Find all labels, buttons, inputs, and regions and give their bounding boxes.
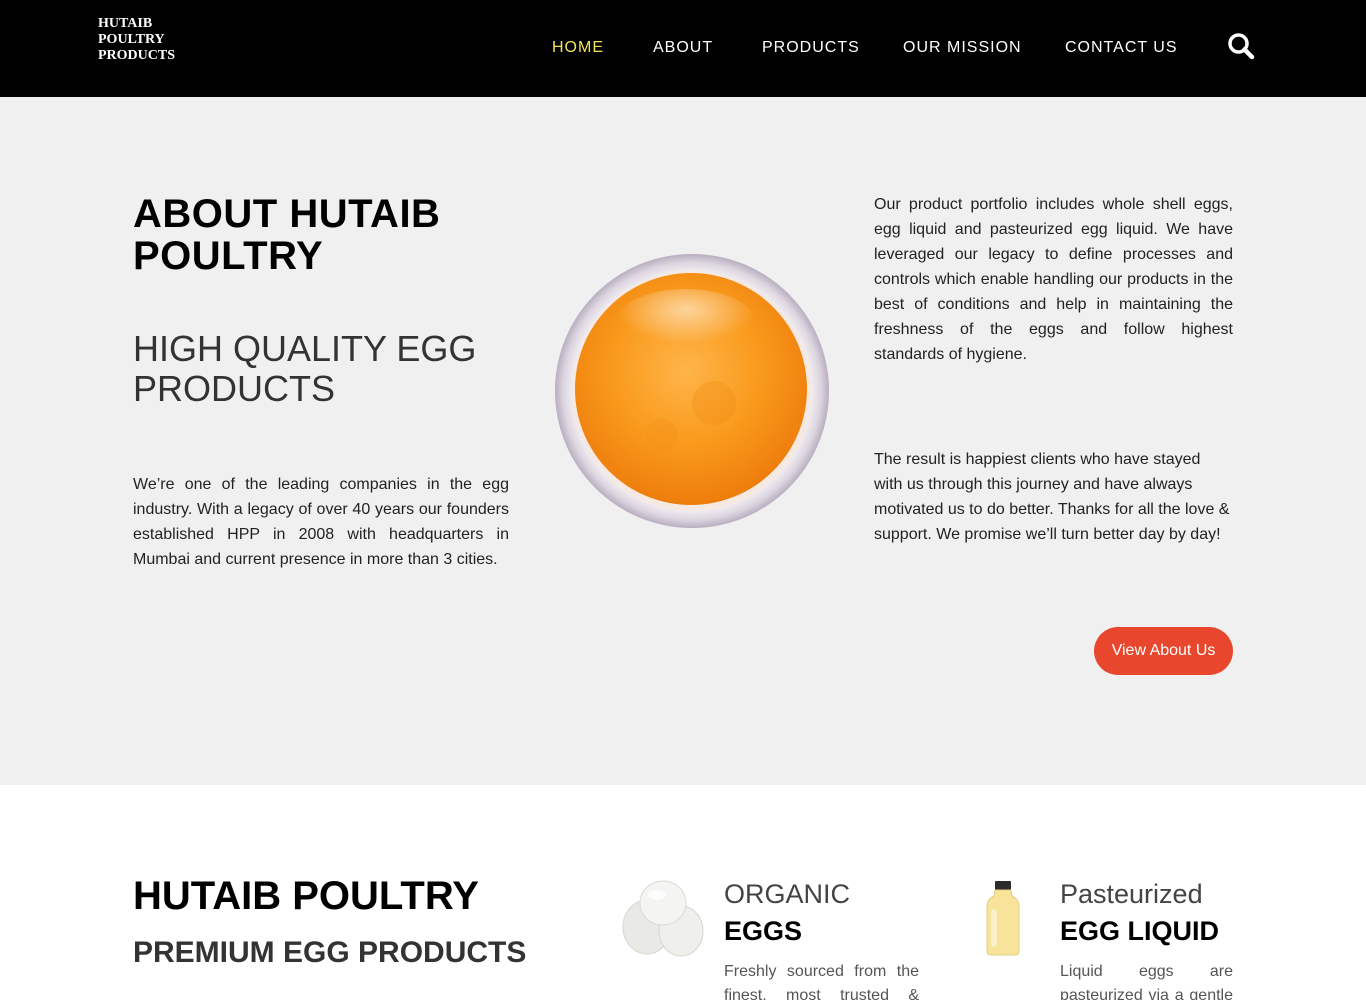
eggs-card-kicker: ORGANIC <box>724 879 851 909</box>
about-intro-text: We’re one of the leading companies in th… <box>133 476 509 568</box>
about-paragraph-portfolio: Our product portfolio includes whole she… <box>874 196 1233 363</box>
search-icon[interactable] <box>1226 31 1256 61</box>
nav-our-mission[interactable]: OUR MISSION <box>903 37 1022 59</box>
egg-liquid-card-text: Liquid eggs are pasteurized via a gentle… <box>1060 963 1233 1000</box>
products-subtitle: PREMIUM EGG PRODUCTS <box>133 936 527 969</box>
cracked-egg-image <box>554 253 830 529</box>
nav-home[interactable]: HOME <box>552 37 604 59</box>
site-logo[interactable]: HUTAIB POULTRY PRODUCTS <box>98 16 208 64</box>
view-about-us-button[interactable]: View About Us <box>1094 627 1233 675</box>
about-paragraph-clients: The result is happiest clients who have … <box>874 451 1230 543</box>
products-title: HUTAIB POULTRY <box>133 874 479 918</box>
nav-contact-us[interactable]: CONTACT US <box>1065 37 1178 59</box>
about-title: ABOUT HUTAIB POULTRY <box>133 192 441 278</box>
site-header: HUTAIB POULTRY PRODUCTS HOME ABOUT PRODU… <box>0 0 1366 97</box>
nav-products[interactable]: PRODUCTS <box>762 37 860 59</box>
about-subtitle: HIGH QUALITY EGG PRODUCTS <box>133 328 477 409</box>
products-section: HUTAIB POULTRY PREMIUM EGG PRODUCTS ORGA… <box>0 785 1366 1000</box>
logo-line: PRODUCTS <box>98 48 176 63</box>
about-section: ABOUT HUTAIB POULTRY HIGH QUALITY EGG PR… <box>0 97 1366 785</box>
logo-line: POULTRY <box>98 32 165 47</box>
eggs-card-text: Freshly sourced from the finest, most tr… <box>724 963 919 1000</box>
egg-liquid-card-heading[interactable]: EGG LIQUID <box>1060 915 1219 947</box>
egg-liquid-bottle-image[interactable] <box>980 879 1026 959</box>
logo-line: HUTAIB <box>98 16 153 31</box>
eggs-card-heading[interactable]: EGGS <box>724 915 802 947</box>
egg-liquid-card-kicker: Pasteurized <box>1060 879 1203 909</box>
eggs-product-image[interactable] <box>617 877 705 957</box>
nav-about[interactable]: ABOUT <box>653 37 713 59</box>
